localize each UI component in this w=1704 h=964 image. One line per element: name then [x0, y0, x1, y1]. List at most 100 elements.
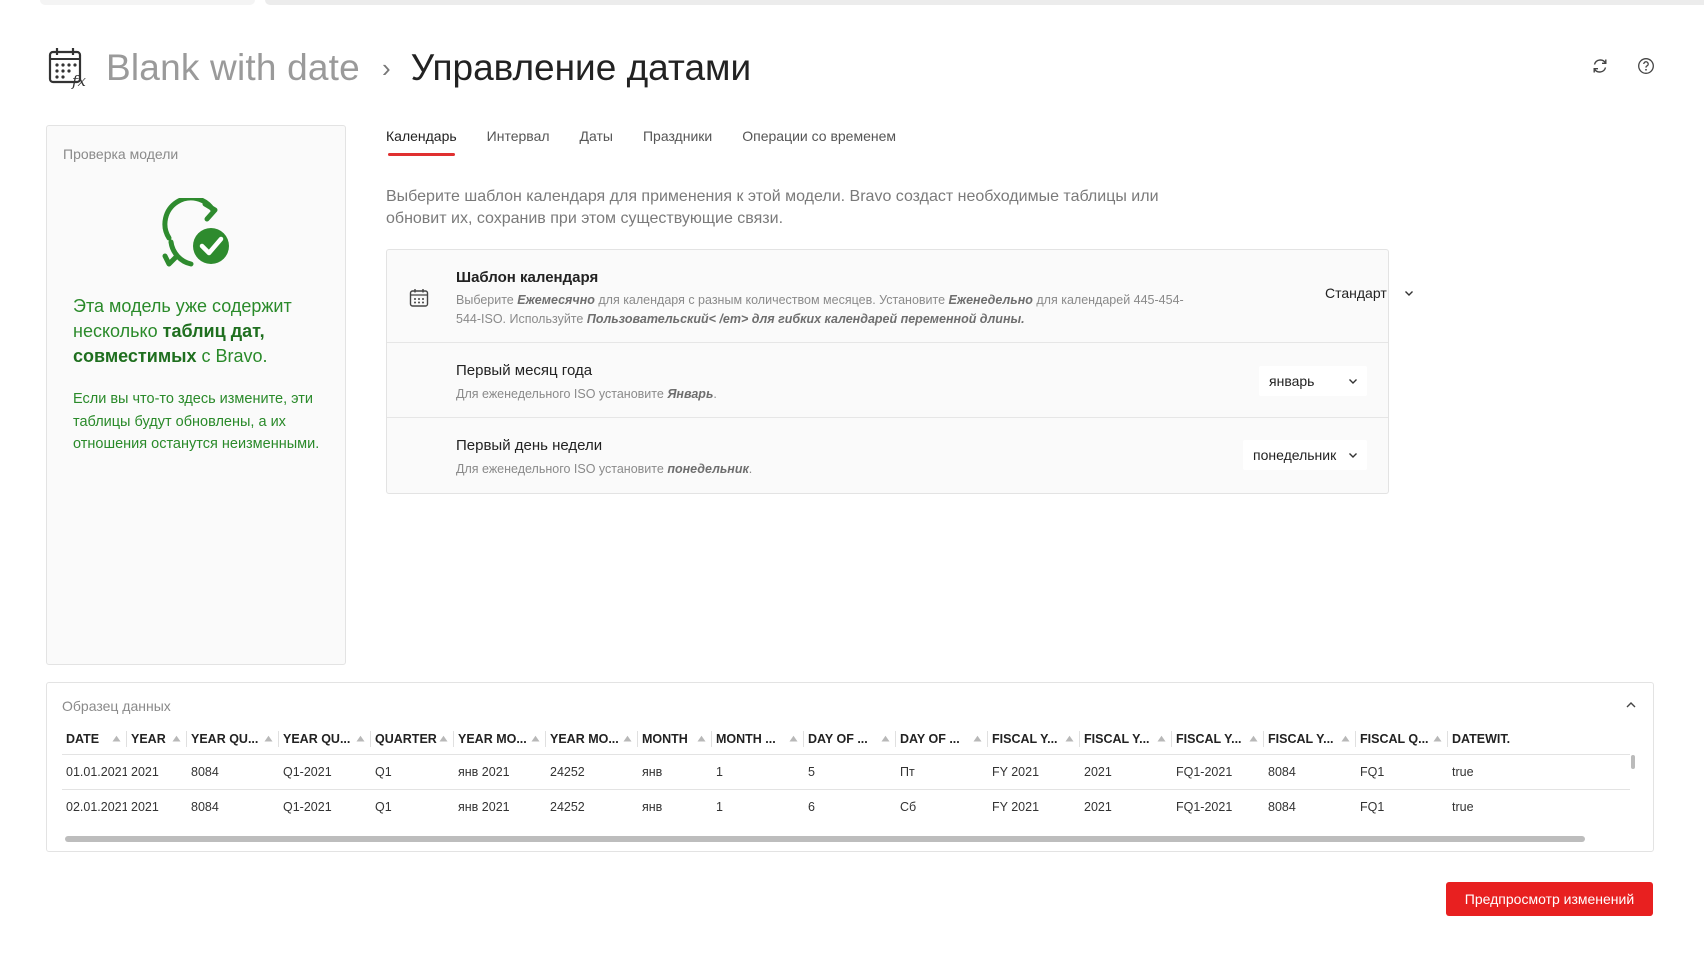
sort-icon[interactable] — [881, 735, 890, 742]
setting-help: Выберите Ежемесячно для календаря с разн… — [456, 293, 1184, 326]
sort-icon[interactable] — [264, 735, 273, 742]
column-header[interactable]: DAY OF ... — [804, 723, 896, 754]
column-header[interactable]: FISCAL Y... — [1080, 723, 1172, 754]
setting-first-weekday: Первый день недели Для еженедельного ISO… — [387, 418, 1388, 494]
calendar-icon — [409, 289, 429, 307]
sort-icon[interactable] — [1433, 735, 1442, 742]
column-header-label: FISCAL Y... — [1268, 731, 1334, 746]
sort-icon[interactable] — [439, 735, 448, 742]
sort-icon[interactable] — [697, 735, 706, 742]
column-header[interactable]: MONTH — [638, 723, 712, 754]
column-header[interactable]: FISCAL Q... — [1356, 723, 1448, 754]
table-cell: 2021 — [1084, 800, 1112, 814]
table-cell: FY 2021 — [992, 765, 1040, 779]
preview-changes-button[interactable]: Предпросмотр изменений — [1446, 882, 1653, 916]
column-header-label: QUARTER — [375, 731, 437, 746]
horizontal-scrollbar[interactable] — [65, 836, 1585, 842]
calendar-template-select[interactable]: Стандарт — [1315, 278, 1423, 308]
column-header-label: DATE — [66, 731, 100, 746]
table-cell: янв — [642, 800, 663, 814]
table-cell: Q1 — [375, 800, 392, 814]
sort-icon[interactable] — [1249, 735, 1258, 742]
column-header[interactable]: YEAR MO... — [454, 723, 546, 754]
sort-icon[interactable] — [973, 735, 982, 742]
setting-first-month: Первый месяц года Для еженедельного ISO … — [387, 343, 1388, 418]
data-sample-panel: Образец данных DATE YEAR YEAR QU... YEAR QU… — [46, 682, 1654, 852]
sort-icon[interactable] — [1157, 735, 1166, 742]
tab-holidays[interactable]: Праздники — [643, 128, 712, 156]
breadcrumb-separator: › — [381, 52, 391, 83]
column-header-label: MONTH ... — [716, 731, 776, 746]
table-cell: true — [1452, 765, 1474, 779]
column-header-label: DAY OF ... — [900, 731, 960, 746]
column-header[interactable]: DAY OF ... — [896, 723, 988, 754]
sort-icon[interactable] — [623, 735, 632, 742]
sort-icon[interactable] — [531, 735, 540, 742]
column-header[interactable]: YEAR — [127, 723, 187, 754]
table-cell: 8084 — [1268, 765, 1296, 779]
column-header-label: YEAR — [131, 731, 166, 746]
column-header[interactable]: MONTH ... — [712, 723, 804, 754]
table-cell: 24252 — [550, 765, 585, 779]
table-row[interactable]: 02.01.2021 2021 8084 Q1-2021 Q1 янв 2021 24252… — [62, 790, 1630, 818]
column-header[interactable]: FISCAL Y... — [988, 723, 1080, 754]
table-cell: 5 — [808, 765, 815, 779]
column-header-label: FISCAL Q... — [1360, 731, 1429, 746]
tab-time-intelligence[interactable]: Операции со временем — [742, 128, 896, 156]
chevron-down-icon — [1349, 379, 1357, 384]
table-cell: FY 2021 — [992, 800, 1040, 814]
svg-text:fx: fx — [71, 72, 87, 90]
table-cell: 1 — [716, 800, 723, 814]
table-cell: 6 — [808, 800, 815, 814]
table-row[interactable]: 01.01.2021 2021 8084 Q1-2021 Q1 янв 2021 24252… — [62, 755, 1630, 790]
column-header[interactable]: DATEWIT... — [1448, 723, 1510, 754]
sort-icon[interactable] — [112, 735, 121, 742]
table-cell: FQ1 — [1360, 765, 1385, 779]
window-tab-left — [40, 0, 255, 5]
sort-icon[interactable] — [789, 735, 798, 742]
column-header[interactable]: YEAR MO... — [546, 723, 638, 754]
help-button[interactable] — [1634, 54, 1658, 78]
first-weekday-select[interactable]: понедельник — [1243, 440, 1367, 470]
vertical-scrollbar[interactable] — [1631, 755, 1635, 769]
setting-title: Шаблон календаря — [456, 269, 599, 286]
sort-icon[interactable] — [172, 735, 181, 742]
refresh-button[interactable] — [1588, 54, 1612, 78]
table-cell: Q1 — [375, 765, 392, 779]
column-header[interactable]: YEAR QU... — [279, 723, 371, 754]
sort-icon[interactable] — [1065, 735, 1074, 742]
column-header[interactable]: DATE — [62, 723, 127, 754]
chevron-down-icon — [1349, 453, 1357, 458]
tab-calendar[interactable]: Календарь — [386, 128, 457, 156]
table-cell: Сб — [900, 800, 917, 814]
setting-calendar-template: Шаблон календаря Выберите Ежемесячно для… — [387, 250, 1413, 343]
tab-dates[interactable]: Даты — [580, 128, 613, 156]
column-header[interactable]: FISCAL Y... — [1172, 723, 1264, 754]
setting-title: Первый месяц года — [456, 362, 593, 379]
select-value: Стандарт — [1325, 285, 1387, 301]
column-header[interactable]: QUARTER — [371, 723, 454, 754]
window-tab-strip — [265, 0, 1704, 5]
chevron-up-icon[interactable] — [1623, 697, 1639, 713]
window-top-strip — [0, 0, 1704, 5]
tab-interval[interactable]: Интервал — [487, 128, 550, 156]
first-month-select[interactable]: январь — [1259, 366, 1367, 396]
table-cell: 02.01.2021 — [66, 800, 127, 814]
table-cell: 01.01.2021 — [66, 765, 127, 779]
data-sample-title: Образец данных — [62, 698, 171, 714]
table-cell: 24252 — [550, 800, 585, 814]
select-value: понедельник — [1253, 447, 1337, 463]
sort-icon[interactable] — [1341, 735, 1350, 742]
calendar-description: Выберите шаблон календаря для применения… — [386, 188, 1159, 227]
breadcrumb-root[interactable]: Blank with date — [106, 47, 360, 89]
setting-help: Для еженедельного ISO установите понедел… — [456, 462, 753, 476]
chevron-down-icon — [1405, 291, 1413, 296]
grid-header: DATE YEAR YEAR QU... YEAR QU... QUARTER YEAR … — [62, 723, 1630, 755]
model-check-panel: Проверка модели Эта модель уже содержит … — [46, 125, 346, 665]
column-header[interactable]: FISCAL Y... — [1264, 723, 1356, 754]
table-cell: 1 — [716, 765, 723, 779]
header-actions — [1588, 54, 1658, 78]
table-cell: Q1-2021 — [283, 765, 332, 779]
column-header[interactable]: YEAR QU... — [187, 723, 279, 754]
sort-icon[interactable] — [356, 735, 365, 742]
